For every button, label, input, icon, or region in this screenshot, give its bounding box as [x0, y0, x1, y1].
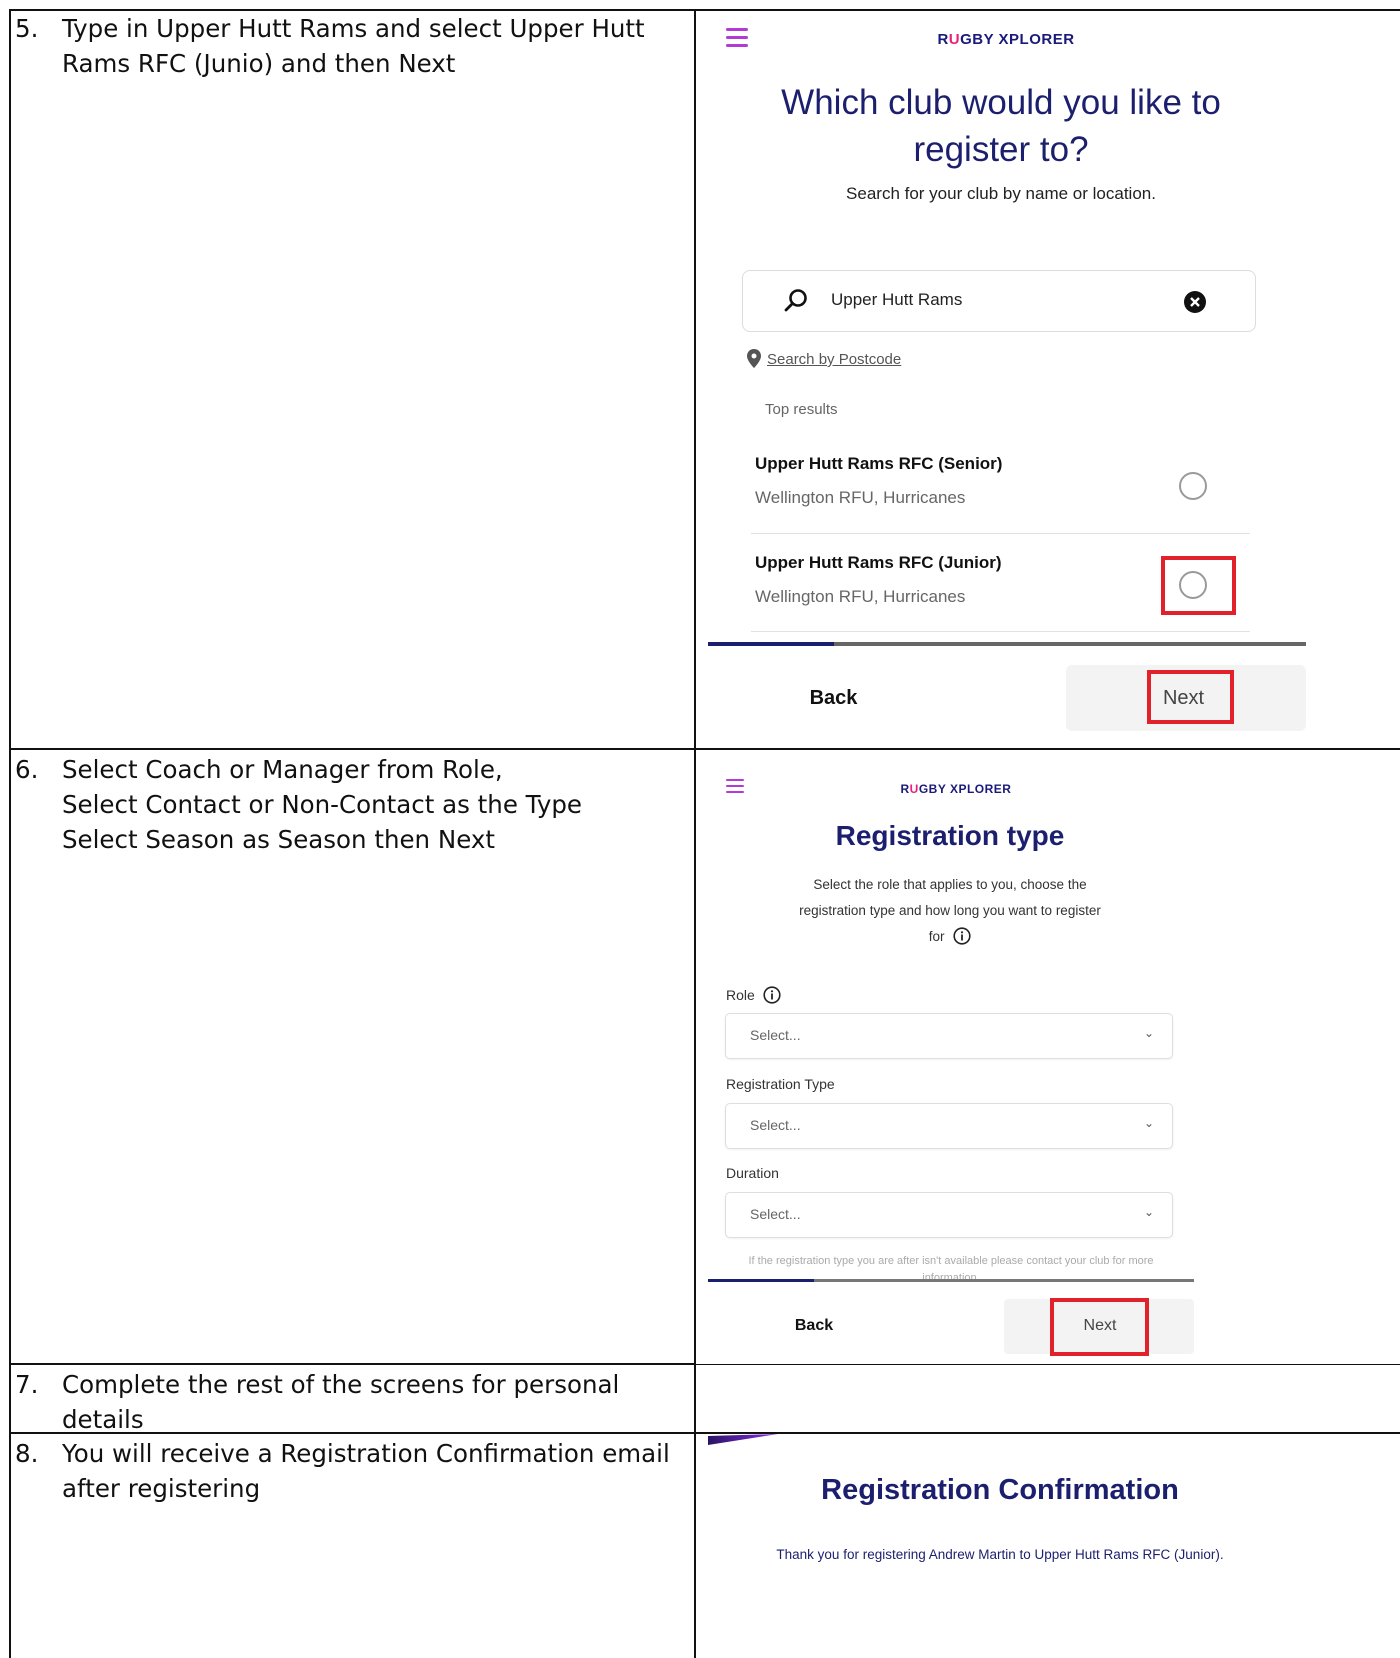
duration-label: Duration [726, 1165, 779, 1181]
step-text-line: Select Coach or Manager from Role, [62, 755, 503, 784]
page-subtitle: Select the role that applies to you, cho… [799, 877, 1101, 945]
progress-fill [708, 642, 834, 646]
duration-select[interactable]: Select... ⌄ [725, 1192, 1173, 1238]
progress-bar [708, 1279, 1194, 1282]
brand-logo: RUGBY XPLORER [900, 782, 1012, 796]
back-button[interactable]: Back [766, 667, 901, 730]
registration-type-select[interactable]: Select... ⌄ [725, 1103, 1173, 1149]
registration-type-screenshot: RUGBY XPLORER Registration type Select t… [696, 751, 1400, 1364]
progress-bar [708, 642, 1306, 646]
search-icon [784, 289, 807, 312]
clear-icon[interactable] [1184, 291, 1206, 313]
club-radio[interactable] [1179, 472, 1207, 500]
confirmation-message: Thank you for registering Andrew Martin … [776, 1547, 1224, 1562]
back-button[interactable]: Back [766, 1303, 862, 1348]
step-text-line: Select Contact or Non-Contact as the Typ… [62, 790, 582, 819]
club-detail: Wellington RFU, Hurricanes [755, 488, 966, 507]
step-text: Type in Upper Hutt Rams and select Upper… [62, 14, 645, 78]
role-label: Role [726, 986, 781, 1004]
table-border-left [9, 9, 11, 1658]
info-icon[interactable] [763, 986, 781, 1004]
step-text: Complete the rest of the screens for per… [62, 1370, 620, 1434]
step-text-line: Select Season as Season then Next [62, 825, 495, 854]
highlight-box [1161, 556, 1236, 615]
step-number: 7. [15, 1370, 39, 1399]
step-number: 6. [15, 755, 39, 784]
club-search-input[interactable]: Upper Hutt Rams [742, 270, 1256, 332]
role-placeholder: Select... [750, 1027, 801, 1043]
chevron-down-icon: ⌄ [1143, 1116, 1154, 1130]
role-select[interactable]: Select... ⌄ [725, 1013, 1173, 1059]
registration-type-placeholder: Select... [750, 1117, 801, 1133]
chevron-down-icon: ⌄ [1143, 1026, 1154, 1040]
confirmation-title: Registration Confirmation [821, 1474, 1179, 1506]
top-results-label: Top results [765, 401, 838, 418]
club-detail: Wellington RFU, Hurricanes [755, 587, 966, 606]
duration-placeholder: Select... [750, 1206, 801, 1222]
page-title: Which club would you like to register to… [781, 83, 1221, 169]
step-text: You will receive a Registration Confirma… [62, 1439, 670, 1503]
step-number: 5. [15, 14, 39, 43]
info-icon[interactable] [953, 927, 971, 945]
row-divider [9, 748, 1400, 750]
club-result-item[interactable]: Upper Hutt Rams RFC (Senior) Wellington … [751, 441, 1250, 534]
club-name: Upper Hutt Rams RFC (Junior) [755, 553, 1002, 572]
page-subtitle: Search for your club by name or location… [846, 184, 1156, 203]
chevron-down-icon: ⌄ [1143, 1205, 1154, 1219]
search-by-postcode-link[interactable]: Search by Postcode [767, 351, 901, 368]
club-name: Upper Hutt Rams RFC (Senior) [755, 454, 1003, 473]
brand-stripe [708, 1434, 778, 1445]
registration-type-label: Registration Type [726, 1076, 835, 1092]
progress-fill [708, 1279, 814, 1282]
page-title: Registration type [835, 820, 1065, 851]
step-text: Select Coach or Manager from Role, Selec… [62, 752, 692, 857]
club-selection-screenshot: RUGBY XPLORER Which club would you like … [696, 11, 1400, 748]
location-pin-icon [747, 349, 761, 368]
brand-logo: RUGBY XPLORER [937, 31, 1075, 48]
highlight-box [1147, 670, 1234, 724]
step-number: 8. [15, 1439, 39, 1468]
highlight-box [1050, 1298, 1149, 1356]
confirmation-email-screenshot: Registration Confirmation Thank you for … [696, 1434, 1400, 1658]
search-value: Upper Hutt Rams [831, 290, 963, 309]
